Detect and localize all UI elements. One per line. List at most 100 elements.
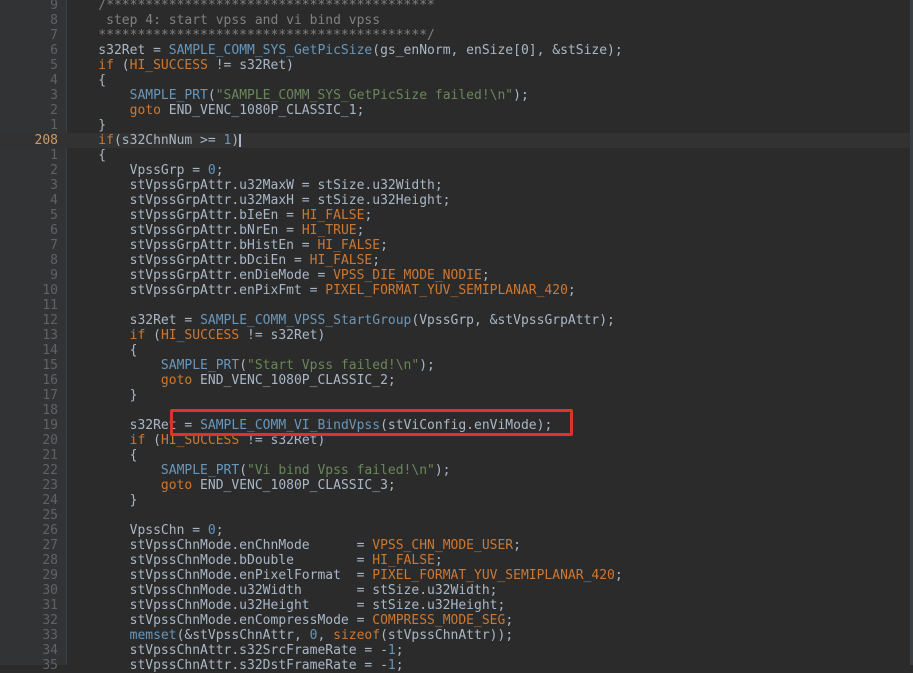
code-token: if [67, 433, 146, 448]
code-line[interactable]: 4 { [0, 73, 913, 88]
code-line[interactable]: 7 **************************************… [0, 28, 913, 43]
code-line[interactable]: 22 SAMPLE_PRT("Vi bind Vpss failed!\n"); [0, 463, 913, 478]
line-number: 35 [42, 658, 58, 673]
code-token: HI_FALSE [317, 238, 381, 253]
code-token: SAMPLE_COMM_SYS_GetPicSize [168, 43, 373, 58]
line-number: 12 [42, 313, 58, 328]
line-number: 1 [50, 148, 58, 163]
code-line[interactable]: 9 stVpssGrpAttr.enDieMode = VPSS_DIE_MOD… [0, 268, 913, 283]
code-token: stVpssGrpAttr.enDieMode = [67, 268, 334, 283]
line-number: 6 [50, 223, 58, 238]
code-line[interactable]: 12 s32Ret = SAMPLE_COMM_VPSS_StartGroup(… [0, 313, 913, 328]
code-line[interactable]: 33 memset(&stVpssChnAttr, 0, sizeof(stVp… [0, 628, 913, 643]
code-token: 1 [387, 643, 396, 658]
code-token: (&stVpssChnAttr, [176, 628, 310, 643]
code-text: stVpssChnMode.enCompressMode = COMPRESS_… [67, 613, 514, 628]
code-token: END_VENC_1080P_CLASSIC_1; [160, 103, 365, 118]
line-number: 15 [42, 358, 58, 373]
code-token: ( [239, 463, 248, 478]
code-line[interactable]: 26 VpssChn = 0; [0, 523, 913, 538]
code-line[interactable]: 2 goto END_VENC_1080P_CLASSIC_1; [0, 103, 913, 118]
code-text: if (HI_SUCCESS != s32Ret) [67, 328, 326, 343]
line-number: 4 [50, 193, 58, 208]
code-line[interactable]: 1 } [0, 118, 913, 133]
code-line[interactable]: 5 if (HI_SUCCESS != s32Ret) [0, 58, 913, 73]
code-line[interactable]: 35 stVpssChnAttr.s32DstFrameRate = -1; [0, 658, 913, 673]
code-line[interactable]: 1 { [0, 148, 913, 163]
code-line[interactable]: 16 goto END_VENC_1080P_CLASSIC_2; [0, 373, 913, 388]
code-token: stVpssGrpAttr.u32MaxW = stSize.u32Width; [67, 178, 443, 193]
code-token: step 4: start vpss and vi bind vpss [67, 13, 381, 28]
code-line[interactable]: 27 stVpssChnMode.enChnMode = VPSS_CHN_MO… [0, 538, 913, 553]
line-number: 10 [42, 283, 58, 298]
code-token: HI_SUCCESS [129, 58, 208, 73]
code-line[interactable]: 8 step 4: start vpss and vi bind vpss [0, 13, 913, 28]
code-line[interactable]: 6 stVpssGrpAttr.bNrEn = HI_TRUE; [0, 223, 913, 238]
code-line[interactable]: 34 stVpssChnAttr.s32SrcFrameRate = -1; [0, 643, 913, 658]
code-line[interactable]: 24 } [0, 493, 913, 508]
code-text: stVpssGrpAttr.enPixFmt = PIXEL_FORMAT_YU… [67, 283, 576, 298]
line-number: 1 [50, 118, 58, 133]
code-token: SAMPLE_PRT [67, 358, 240, 373]
code-text: SAMPLE_PRT("SAMPLE_COMM_SYS_GetPicSize f… [67, 88, 529, 103]
code-line[interactable]: 11 [0, 298, 913, 313]
line-number: 13 [42, 328, 58, 343]
code-line[interactable]: 21 { [0, 448, 913, 463]
code-text: goto END_VENC_1080P_CLASSIC_3; [67, 478, 396, 493]
line-number: 208 [34, 133, 58, 148]
code-line[interactable]: 7 stVpssGrpAttr.bHistEn = HI_FALSE; [0, 238, 913, 253]
code-line[interactable]: 2 VpssGrp = 0; [0, 163, 913, 178]
code-line[interactable]: 23 goto END_VENC_1080P_CLASSIC_3; [0, 478, 913, 493]
code-token: goto [67, 478, 193, 493]
code-line[interactable]: 208 if(s32ChnNum >= 1) [0, 133, 913, 148]
code-line[interactable]: 10 stVpssGrpAttr.enPixFmt = PIXEL_FORMAT… [0, 283, 913, 298]
code-token: (stVpssChnAttr)); [380, 628, 514, 643]
code-token: PIXEL_FORMAT_YUV_SEMIPLANAR_420 [325, 283, 568, 298]
code-token: stVpssGrpAttr.bHistEn = [67, 238, 318, 253]
code-line[interactable]: 30 stVpssChnMode.u32Width = stSize.u32Wi… [0, 583, 913, 598]
code-token: HI_FALSE [372, 553, 435, 568]
code-line[interactable]: 3 SAMPLE_PRT("SAMPLE_COMM_SYS_GetPicSize… [0, 88, 913, 103]
code-text: stVpssGrpAttr.bIeEn = HI_FALSE; [67, 208, 373, 223]
line-number: 5 [50, 208, 58, 223]
code-line[interactable]: 4 stVpssGrpAttr.u32MaxH = stSize.u32Heig… [0, 193, 913, 208]
code-token: SAMPLE_PRT [67, 88, 208, 103]
code-line[interactable]: 32 stVpssChnMode.enCompressMode = COMPRE… [0, 613, 913, 628]
code-line[interactable]: 3 stVpssGrpAttr.u32MaxW = stSize.u32Widt… [0, 178, 913, 193]
code-line[interactable]: 31 stVpssChnMode.u32Height = stSize.u32H… [0, 598, 913, 613]
code-text: stVpssGrpAttr.bHistEn = HI_FALSE; [67, 238, 388, 253]
code-line[interactable]: 25 [0, 508, 913, 523]
code-line[interactable]: 9 /*************************************… [0, 0, 913, 13]
code-token: stVpssGrpAttr.enPixFmt = [67, 283, 326, 298]
code-token: ; [395, 658, 404, 673]
code-line[interactable]: 28 stVpssChnMode.bDouble = HI_FALSE; [0, 553, 913, 568]
code-line[interactable]: 13 if (HI_SUCCESS != s32Ret) [0, 328, 913, 343]
code-token: ); [419, 358, 435, 373]
code-token: (gs_enNorm, enSize[0], &stSize); [372, 43, 623, 58]
code-line[interactable]: 5 stVpssGrpAttr.bIeEn = HI_FALSE; [0, 208, 913, 223]
code-token: HI_FALSE [309, 253, 373, 268]
code-text: { [67, 73, 106, 88]
code-text: step 4: start vpss and vi bind vpss [67, 13, 380, 28]
code-line[interactable]: 29 stVpssChnMode.enPixelFormat = PIXEL_F… [0, 568, 913, 583]
line-number: 8 [50, 253, 58, 268]
code-token: sizeof [333, 628, 381, 643]
code-text: stVpssGrpAttr.bDciEn = HI_FALSE; [67, 253, 380, 268]
code-token: } [67, 388, 138, 403]
line-number: 19 [42, 418, 58, 433]
code-line[interactable]: 17 } [0, 388, 913, 403]
code-token: goto [67, 103, 161, 118]
code-token: if [67, 58, 114, 73]
code-token: ; [215, 163, 224, 178]
code-text: } [67, 493, 138, 508]
code-editor[interactable]: 9 /*************************************… [0, 0, 913, 673]
code-line[interactable]: 15 SAMPLE_PRT("Start Vpss failed!\n"); [0, 358, 913, 373]
code-token: (s32ChnNum >= [113, 133, 224, 148]
line-number: 7 [50, 238, 58, 253]
code-line[interactable]: 6 s32Ret = SAMPLE_COMM_SYS_GetPicSize(gs… [0, 43, 913, 58]
code-line[interactable]: 14 { [0, 343, 913, 358]
code-line[interactable]: 8 stVpssGrpAttr.bDciEn = HI_FALSE; [0, 253, 913, 268]
code-token: goto [67, 373, 193, 388]
code-text: stVpssGrpAttr.enDieMode = VPSS_DIE_MODE_… [67, 268, 490, 283]
code-text: stVpssChnMode.u32Height = stSize.u32Heig… [67, 598, 506, 613]
